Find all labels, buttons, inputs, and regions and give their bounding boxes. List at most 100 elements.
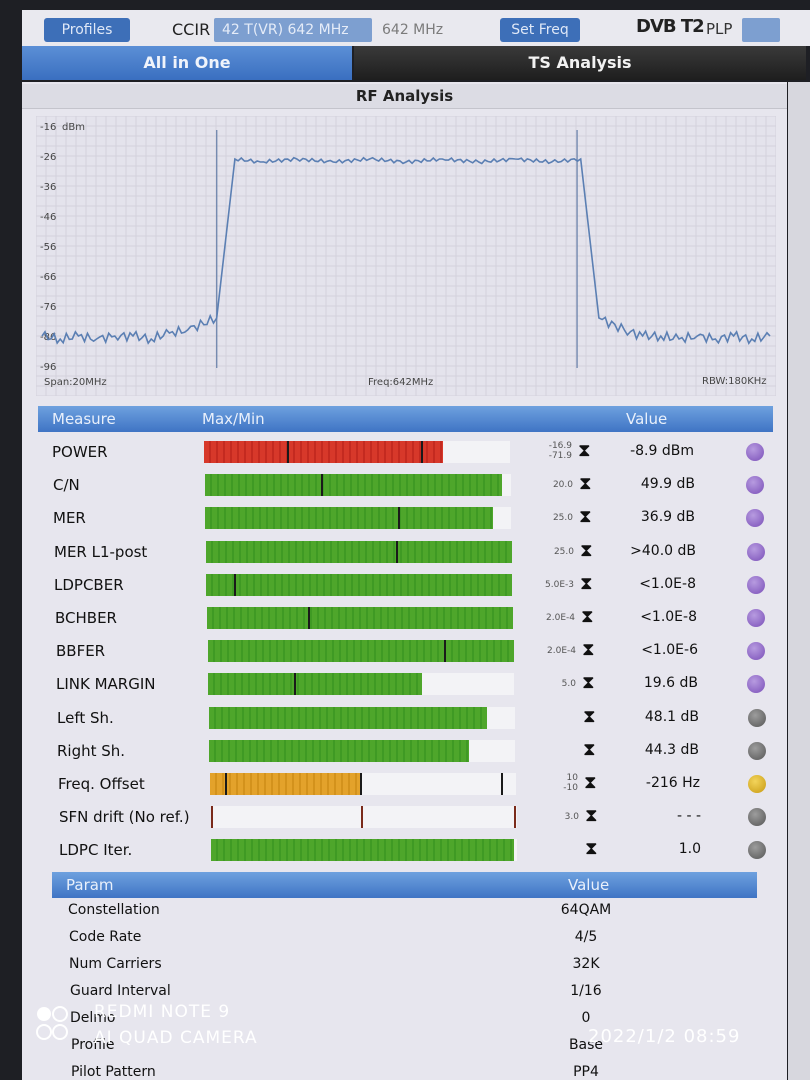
param-value: PP4 — [573, 1064, 599, 1080]
status-indicator-icon[interactable] — [747, 642, 765, 660]
status-indicator-icon[interactable] — [748, 709, 766, 727]
y-tick-label: -96 — [40, 362, 56, 373]
plp-select[interactable] — [742, 18, 780, 42]
measure-bar-fill — [206, 541, 512, 563]
threshold-min: -10 — [563, 783, 578, 793]
tab-all-in-one[interactable]: All in One — [22, 46, 352, 80]
measure-value: 36.9 dB — [640, 509, 695, 525]
standard-label: CCIR — [172, 20, 211, 39]
hourglass-icon: ⧗ — [579, 473, 592, 494]
hourglass-icon: ⧗ — [580, 573, 593, 594]
measure-bar-marker — [287, 441, 289, 463]
measure-name: Left Sh. — [57, 709, 114, 727]
channel-select-value: 42 T(VR) 642 MHz — [222, 22, 349, 38]
set-freq-button[interactable]: Set Freq — [500, 18, 580, 42]
threshold-max: 20.0 — [552, 480, 573, 490]
y-tick-label: -46 — [40, 212, 56, 223]
measure-value: >40.0 dB — [630, 543, 696, 559]
y-tick-label: -56 — [40, 242, 56, 253]
status-indicator-icon[interactable] — [747, 576, 765, 594]
y-tick-label: -26 — [40, 152, 56, 163]
hourglass-icon: ⧗ — [581, 606, 594, 627]
measure-bar-fill — [208, 640, 514, 662]
measure-threshold: 3.0 — [533, 812, 579, 822]
spectrum-unit: dBm — [62, 122, 85, 133]
measure-header: Measure Max/Min Value — [38, 406, 773, 432]
y-tick-label: -76 — [40, 302, 56, 313]
tab-ts-analysis[interactable]: TS Analysis — [354, 46, 806, 80]
span-label: Span:20MHz — [44, 377, 107, 388]
photo-timestamp: 2022/1/2 08:59 — [588, 1026, 741, 1047]
rbw-label: RBW:180KHz — [702, 376, 767, 387]
measure-bar-fill — [204, 441, 443, 463]
measure-bar-marker — [225, 773, 227, 795]
measure-bar-marker — [308, 607, 310, 629]
status-indicator-icon[interactable] — [748, 775, 766, 793]
hourglass-icon: ⧗ — [578, 440, 591, 461]
measure-threshold: 2.0E-4 — [529, 613, 575, 623]
measure-value: - - - — [676, 808, 701, 824]
camera-type-text: AI QUAD CAMERA — [94, 1028, 258, 1048]
measure-value: 1.0 — [678, 841, 701, 857]
measure-value: 44.3 dB — [644, 742, 699, 758]
frequency-readout: 642 MHz — [382, 22, 444, 38]
measure-bar-fill — [207, 607, 513, 629]
param-name: Constellation — [68, 902, 160, 918]
profiles-label: Profiles — [61, 22, 113, 38]
dvb-logo: DVB T2 — [636, 16, 705, 37]
measure-threshold: 5.0 — [530, 679, 576, 689]
param-header: Param Value — [52, 872, 757, 898]
measure-threshold: 2.0E-4 — [530, 646, 576, 656]
hourglass-icon: ⧗ — [585, 838, 598, 859]
measure-bar-marker — [321, 474, 323, 496]
measure-bar-fill — [206, 574, 512, 596]
measure-name: BBFER — [56, 642, 106, 660]
measure-bar-marker — [361, 806, 363, 828]
measure-name: BCHBER — [55, 609, 117, 627]
y-tick-label: -66 — [40, 272, 56, 283]
param-column-header: Param — [66, 876, 114, 894]
status-indicator-icon[interactable] — [748, 742, 766, 760]
threshold-max: -16.9 — [548, 441, 572, 451]
measure-bar-fill — [205, 507, 493, 529]
hourglass-icon: ⧗ — [579, 506, 592, 527]
hourglass-icon: ⧗ — [583, 706, 596, 727]
measure-value: 48.1 dB — [644, 709, 699, 725]
status-indicator-icon[interactable] — [748, 808, 766, 826]
measure-bar-fill — [205, 474, 502, 496]
param-value: 32K — [572, 956, 600, 972]
hourglass-icon: ⧗ — [580, 540, 593, 561]
status-indicator-icon[interactable] — [747, 543, 765, 561]
status-indicator-icon[interactable] — [748, 841, 766, 859]
threshold-max: 10 — [566, 773, 578, 783]
measure-bar-marker — [398, 507, 400, 529]
status-indicator-icon[interactable] — [746, 509, 764, 527]
measure-bar-marker — [211, 806, 213, 828]
hourglass-icon: ⧗ — [582, 639, 595, 660]
measure-name: Right Sh. — [57, 742, 126, 760]
y-tick-label: -36 — [40, 182, 56, 193]
threshold-max: 3.0 — [564, 812, 579, 822]
measure-bar-fill — [209, 740, 469, 762]
status-indicator-icon[interactable] — [746, 476, 764, 494]
param-value: 0 — [581, 1010, 591, 1026]
measure-bar-marker — [234, 574, 236, 596]
measure-name: MER — [53, 509, 86, 527]
threshold-max: 2.0E-4 — [546, 613, 575, 623]
hourglass-icon: ⧗ — [582, 672, 595, 693]
y-tick-label: -16 — [40, 122, 56, 133]
measure-value: <1.0E-8 — [640, 609, 697, 625]
channel-select[interactable]: 42 T(VR) 642 MHz — [214, 18, 372, 42]
hourglass-icon: ⧗ — [583, 739, 596, 760]
spectrum-chart: -16-26-36-46-56-66-76-86-96 — [36, 116, 776, 396]
param-name: Pilot Pattern — [71, 1064, 156, 1080]
param-name: Num Carriers — [69, 956, 162, 972]
status-indicator-icon[interactable] — [747, 675, 765, 693]
status-indicator-icon[interactable] — [746, 443, 764, 461]
measure-bar-marker — [421, 441, 423, 463]
status-indicator-icon[interactable] — [747, 609, 765, 627]
profiles-button[interactable]: Profiles — [44, 18, 130, 42]
hourglass-icon: ⧗ — [585, 805, 598, 826]
measure-name: POWER — [52, 443, 108, 461]
measure-value: <1.0E-8 — [639, 576, 696, 592]
